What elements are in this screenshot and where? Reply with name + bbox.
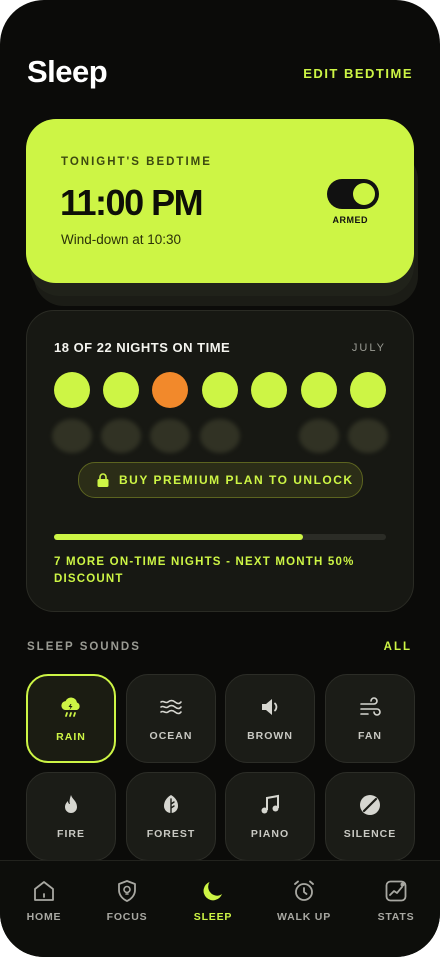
progress-fill [54,534,303,540]
nav-label: STATS [377,911,415,923]
nights-summary: 18 OF 22 NIGHTS ON TIME [54,340,231,355]
sound-tile-brown[interactable]: BROWN [225,674,315,763]
winddown-text: Wind-down at 10:30 [61,232,182,247]
buy-premium-label: BUY PREMIUM PLAN TO UNLOCK [119,473,354,487]
lock-icon [97,473,109,487]
sound-tile-fire[interactable]: FIRE [26,772,116,861]
nav-walk-up[interactable]: WALK UP [260,861,348,931]
rain-cloud-icon [61,697,80,717]
alarm-clock-icon [294,880,314,901]
locked-dot [299,419,339,453]
nav-stats[interactable]: STATS [352,861,440,931]
sound-label: FAN [358,730,382,742]
progress-bar [54,534,386,540]
sound-tile-rain[interactable]: RAIN [26,674,116,763]
mute-icon [360,795,380,815]
nav-label: SLEEP [193,911,233,923]
locked-dot [52,419,92,453]
shield-bulb-icon [118,880,136,902]
locked-dot [150,419,190,453]
sound-label: SILENCE [343,828,397,840]
wind-icon [360,697,381,716]
night-dot [251,372,287,408]
stats-icon [385,880,407,902]
sleep-sounds-heading: SLEEP SOUNDS [27,641,141,653]
nights-month: JULY [351,342,386,354]
buy-premium-button[interactable]: BUY PREMIUM PLAN TO UNLOCK [78,462,363,498]
nav-focus[interactable]: FOCUS [83,861,171,931]
bedtime-time: 11:00 PM [60,182,204,223]
night-dot [103,372,139,408]
nav-label: WALK UP [276,911,331,923]
armed-label: ARMED [332,215,368,225]
sound-tile-piano[interactable]: PIANO [225,772,315,861]
toggle-knob [353,183,375,205]
sound-tile-ocean[interactable]: OCEAN [126,674,216,763]
sound-label: PIANO [250,828,290,840]
sound-tile-silence[interactable]: SILENCE [325,772,415,861]
bedtime-label: TONIGHT'S BEDTIME [61,156,212,168]
page-title: Sleep [27,54,108,89]
bedtime-card[interactable]: TONIGHT'S BEDTIME 11:00 PM Wind-down at … [26,119,414,283]
sound-tile-forest[interactable]: FOREST [126,772,216,861]
edit-bedtime-button[interactable]: EDIT BEDTIME [303,66,413,81]
phone-screen: Sleep EDIT BEDTIME TONIGHT'S BEDTIME 11:… [0,0,440,957]
progress-text: 7 MORE ON-TIME NIGHTS - NEXT MONTH 50% D… [54,556,355,585]
locked-dot [101,419,141,453]
night-dot-late [152,372,188,408]
nav-label: FOCUS [106,911,148,923]
locked-dot [348,419,388,453]
waves-icon [160,699,182,715]
night-dot [54,372,90,408]
moon-icon [203,882,222,901]
music-note-icon [261,794,279,814]
nav-label: HOME [26,911,62,923]
sound-label: OCEAN [149,730,193,742]
locked-dot [200,419,240,453]
sound-tile-fan[interactable]: FAN [325,674,415,763]
sound-label: FIRE [57,828,85,840]
sound-label: RAIN [56,731,86,743]
sounds-all-link[interactable]: ALL [384,641,412,653]
nav-sleep[interactable]: SLEEP [169,861,257,931]
speaker-icon [262,699,278,715]
leaf-icon [164,795,178,816]
nights-card: 18 OF 22 NIGHTS ON TIME JULY BUY PREMIUM… [26,310,414,612]
sound-label: FOREST [146,828,196,840]
flame-icon [65,795,77,813]
home-icon [34,881,54,901]
night-dot [202,372,238,408]
sound-label: BROWN [247,730,293,742]
bottom-nav: HOME FOCUS SLEEP WALK UP STATS [0,860,440,957]
armed-toggle[interactable] [327,179,379,209]
night-dot [350,372,386,408]
night-dot [301,372,337,408]
nav-home[interactable]: HOME [0,861,88,931]
